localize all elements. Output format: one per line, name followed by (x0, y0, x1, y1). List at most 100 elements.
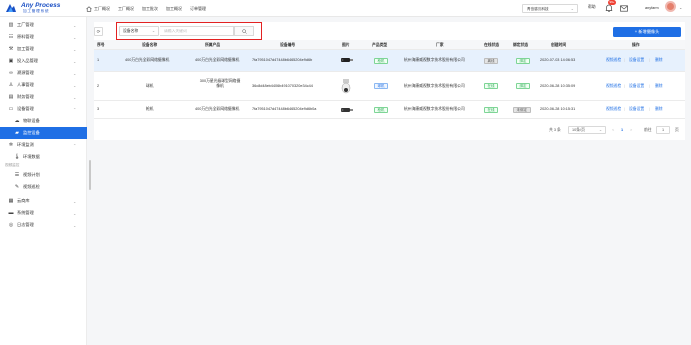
nav-item-home[interactable]: 工厂概况 (86, 6, 110, 12)
nav-item-overview[interactable]: 加工概况 (166, 6, 182, 12)
row-index: 2 (97, 84, 100, 88)
store-icon: ▦ (8, 198, 14, 204)
sidebar-item-cloud-store[interactable]: ▦ 云商库 ⌄ (0, 195, 87, 207)
sidebar-item-monitor-devices[interactable]: ▰ 监控设备 (0, 127, 87, 139)
field-select[interactable]: 设备名称 ⌄ (119, 26, 159, 36)
logo-title: Any Process (21, 2, 61, 9)
chevron-down-icon: ⌄ (570, 6, 574, 11)
sidebar-item-label: 设备管理 (17, 106, 34, 111)
nav-item-orders[interactable]: 订单管理 (190, 6, 206, 12)
help-link[interactable]: 帮助 (588, 5, 596, 10)
material-icon: ☷ (8, 34, 14, 40)
device-settings-link[interactable]: 设备设置 (629, 107, 644, 112)
hammer-icon: ⚒ (8, 46, 14, 52)
sidebar-item-label: 视频巡检 (23, 184, 40, 189)
goto-page-input[interactable]: 1 (656, 126, 670, 134)
chevron-down-icon: ⌄ (151, 29, 155, 33)
sidebar-scrollbar[interactable] (89, 160, 91, 190)
sidebar-item-label: 工厂管理 (17, 22, 34, 27)
column-header: 产品类型 (372, 43, 388, 47)
sidebar-item-system[interactable]: ▬ 系统管理 ⌄ (0, 207, 87, 219)
sidebar-item-factory[interactable]: ▥ 工厂管理 ⌄ (0, 19, 87, 31)
sidebar-item-video-plan[interactable]: ☰ 视频计划 (0, 169, 87, 181)
nav-label: 工厂概况 (118, 5, 134, 11)
device-product: 400万白光全彩网络摄像机 (195, 107, 240, 111)
device-settings-link[interactable]: 设备设置 (629, 58, 644, 63)
column-header: 操作 (632, 43, 640, 47)
sidebar-item-logs[interactable]: ◎ 日志管理 ⌄ (0, 219, 87, 231)
search-button[interactable] (234, 26, 254, 36)
search-input[interactable] (160, 26, 234, 36)
delete-link[interactable]: 删除 (655, 84, 663, 89)
sidebar-item-label: 溯源管理 (17, 70, 34, 75)
video-inspect-link[interactable]: 视频巡检 (606, 107, 621, 112)
page-number[interactable]: 1 (621, 126, 623, 135)
sidebar-item-environment[interactable]: ✲ 环境监测 ⌃ (0, 139, 87, 151)
online-status-tag: 在线 (484, 107, 498, 113)
device-image[interactable] (340, 79, 352, 95)
refresh-icon: ⟳ (96, 28, 101, 34)
sidebar-group-label: 视频监控 (5, 163, 20, 167)
org-select[interactable]: 青岛感沉科技 ⌄ (522, 4, 578, 13)
sidebar-item-iot-devices[interactable]: ☁ 物联设备 (0, 115, 87, 127)
username[interactable]: anyfarm (645, 6, 659, 10)
device-settings-link[interactable]: 设备设置 (629, 84, 644, 89)
video-inspect-link[interactable]: 视频巡检 (606, 58, 621, 63)
table-row[interactable]: 1 400万白光全彩网络摄像机 400万白光全彩网络摄像机 7fa7951047… (94, 50, 685, 72)
sidebar-item-inputs[interactable]: ▣ 投入品管理 ⌄ (0, 55, 87, 67)
chevron-down-icon: ⌄ (73, 22, 77, 28)
column-header: 所属产品 (205, 43, 221, 47)
sidebar-item-processing[interactable]: ⚒ 加工管理 ⌄ (0, 43, 87, 55)
avatar[interactable] (665, 1, 676, 12)
video-inspect-link[interactable]: 视频巡检 (606, 84, 621, 89)
nav-item-batch[interactable]: 加工批次 (142, 6, 158, 12)
sidebar-item-finance[interactable]: ▤ 财务管理 ⌄ (0, 91, 87, 103)
logo-subtitle: 加工管理系统 (23, 9, 50, 13)
add-camera-button[interactable]: + 新增摄像头 (613, 27, 681, 37)
created-time: 2020-07-03 14:06:53 (540, 58, 576, 62)
vendor: 杭州海康威视数字技术股份有限公司 (404, 58, 465, 62)
bind-status-tag: 绑定 (516, 58, 530, 64)
nav-label: 订单管理 (190, 5, 206, 11)
sidebar-item-trace[interactable]: ∞ 溯源管理 ⌄ (0, 67, 87, 79)
chevron-down-icon: ⌄ (73, 70, 77, 76)
sidebar-item-label: 监控设备 (23, 130, 40, 135)
sidebar-item-video-inspect[interactable]: ✎ 视频巡检 (0, 181, 87, 193)
device-code: 7fa7951047d47448b6465204e9d6b (252, 58, 313, 62)
sidebar-item-label: 系统管理 (17, 210, 34, 215)
chevron-down-icon[interactable]: ⌄ (679, 5, 682, 10)
device-image[interactable] (340, 55, 354, 65)
page-size-select[interactable]: 10条/页 ⌄ (568, 126, 606, 134)
table-row[interactable]: 2 球机 300万星光级球型网络摄像机 36c8d48eb4406b491070… (94, 72, 685, 101)
sidebar-item-label: 财务管理 (17, 94, 34, 99)
mail-icon[interactable] (620, 5, 628, 12)
column-header: 序号 (97, 43, 105, 47)
pagination-total: 共 3 条 (549, 128, 561, 132)
divider: | (649, 84, 650, 88)
home-icon (86, 5, 92, 12)
device-name: 球机 (146, 84, 154, 88)
chevron-down-icon: ⌄ (73, 82, 77, 88)
divider: | (649, 107, 650, 111)
table-row[interactable]: 3 枪机 400万白光全彩网络摄像机 7fa7951047d47448b6465… (94, 101, 685, 119)
sidebar-item-hr[interactable]: ♙ 人事管理 ⌄ (0, 79, 87, 91)
next-page-button[interactable]: > (630, 126, 632, 135)
delete-link[interactable]: 删除 (655, 58, 663, 63)
column-header: 图片 (342, 43, 350, 47)
chevron-down-icon: ⌄ (73, 198, 77, 204)
prev-page-button[interactable]: < (612, 126, 614, 135)
sidebar-item-material[interactable]: ☷ 原料管理 ⌄ (0, 31, 87, 43)
sidebar-item-label: 投入品管理 (17, 58, 38, 63)
org-select-value: 青岛感沉科技 (527, 7, 549, 11)
delete-link[interactable]: 删除 (655, 107, 663, 112)
nav-label: 工厂概况 (94, 5, 110, 11)
nav-item-factory[interactable]: 工厂概况 (118, 6, 134, 12)
device-image[interactable] (340, 105, 354, 115)
bind-status-tag: 绑定 (516, 83, 530, 89)
list-icon: ☰ (14, 172, 20, 178)
cloud-icon: ☁ (14, 118, 20, 124)
logo[interactable]: Any Process 加工管理系统 (5, 2, 85, 15)
sidebar-item-env-data[interactable]: 🌡 环境数据 (0, 151, 87, 163)
refresh-button[interactable]: ⟳ (94, 27, 103, 36)
sidebar-item-devices[interactable]: ▭ 设备管理 ⌃ (0, 103, 87, 115)
